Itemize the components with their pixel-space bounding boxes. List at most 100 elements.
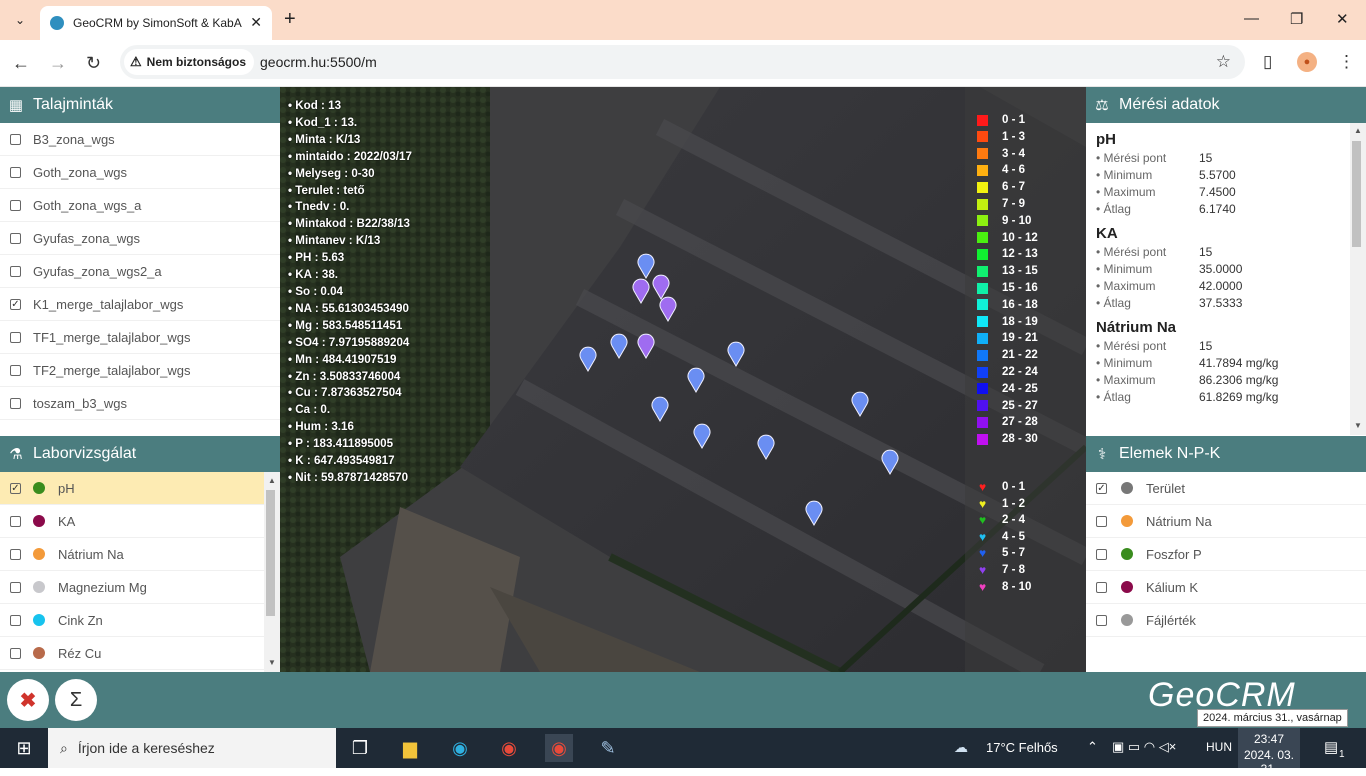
- minimize-icon[interactable]: —: [1244, 10, 1259, 27]
- checkbox[interactable]: [1096, 614, 1107, 626]
- checkbox[interactable]: [10, 232, 21, 244]
- sample-marker-pin[interactable]: [610, 333, 628, 359]
- checkbox[interactable]: [10, 265, 21, 277]
- checkbox[interactable]: [10, 548, 21, 560]
- omnibox[interactable]: ⚠ Nem biztonságos geocrm.hu:5500/m ☆: [120, 45, 1245, 79]
- layer-item[interactable]: Gyufas_zona_wgs2_a: [0, 255, 280, 288]
- layer-item[interactable]: Goth_zona_wgs_a: [0, 189, 280, 222]
- lab-item[interactable]: Cink Zn: [0, 604, 264, 637]
- checkbox[interactable]: [10, 581, 21, 593]
- taskbar-search[interactable]: ⌕ Írjon ide a kereséshez: [48, 728, 336, 768]
- sample-marker-pin[interactable]: [805, 500, 823, 526]
- weather-text[interactable]: 17°C Felhős: [986, 740, 1058, 755]
- npk-item[interactable]: Nátrium Na: [1086, 505, 1366, 538]
- scroll-down-icon[interactable]: ▼: [268, 658, 276, 667]
- address-toolbar: ← → ↻ ⚠ Nem biztonságos geocrm.hu:5500/m…: [0, 40, 1366, 87]
- checkbox[interactable]: [10, 515, 21, 527]
- back-arrow-icon[interactable]: ←: [12, 53, 30, 74]
- checkbox[interactable]: [10, 364, 21, 376]
- side-panel-icon[interactable]: ▯: [1263, 52, 1272, 72]
- browser-tab[interactable]: GeoCRM by SimonSoft & KabA ✕: [40, 6, 272, 40]
- checkbox[interactable]: [10, 647, 21, 659]
- checkbox[interactable]: [10, 614, 21, 626]
- tab-search-chevron-icon[interactable]: ⌄: [8, 8, 32, 32]
- reload-icon[interactable]: ↻: [86, 53, 101, 74]
- checkbox[interactable]: ✓: [10, 482, 21, 494]
- checkbox[interactable]: [10, 133, 21, 145]
- layer-item[interactable]: TF2_merge_talajlabor_wgs: [0, 354, 280, 387]
- checkbox[interactable]: ✓: [1096, 482, 1107, 494]
- task-view-icon[interactable]: ❐: [346, 734, 374, 762]
- lab-item[interactable]: Réz Cu: [0, 637, 264, 670]
- tab-close-icon[interactable]: ✕: [250, 14, 262, 31]
- checkbox[interactable]: [10, 397, 21, 409]
- tray-chevron-icon[interactable]: ⌃: [1087, 739, 1098, 755]
- window-close-icon[interactable]: ✕: [1336, 10, 1349, 28]
- info-line: • K : 647.493549817: [288, 454, 395, 468]
- url-text[interactable]: geocrm.hu:5500/m: [260, 54, 377, 70]
- language-indicator[interactable]: HUN: [1206, 740, 1232, 754]
- checkbox[interactable]: [1096, 548, 1107, 560]
- sample-marker-pin[interactable]: [687, 367, 705, 393]
- tray-icons[interactable]: ▣ ▭ ◠ ◁×: [1112, 739, 1176, 755]
- sample-marker-pin[interactable]: [637, 333, 655, 359]
- file-explorer-icon[interactable]: ▆: [396, 734, 424, 762]
- close-x-button[interactable]: ✖: [7, 679, 49, 721]
- legend-label: 13 - 15: [1002, 265, 1038, 278]
- checkbox[interactable]: [10, 199, 21, 211]
- bookmark-star-icon[interactable]: ☆: [1216, 52, 1231, 72]
- checkbox[interactable]: [10, 331, 21, 343]
- layer-label: toszam_b3_wgs: [33, 395, 127, 411]
- paint-icon[interactable]: ✎: [594, 734, 622, 762]
- layer-item[interactable]: ✓ K1_merge_talajlabor_wgs: [0, 288, 280, 321]
- checkbox[interactable]: [1096, 581, 1107, 593]
- sample-marker-pin[interactable]: [693, 423, 711, 449]
- checkbox[interactable]: [1096, 515, 1107, 527]
- sample-marker-pin[interactable]: [651, 396, 669, 422]
- measure-scrollbar[interactable]: ▲ ▼: [1350, 123, 1366, 435]
- lab-item[interactable]: ✓ pH: [0, 472, 264, 505]
- restore-icon[interactable]: ❐: [1290, 10, 1303, 28]
- chrome-active-icon[interactable]: ◉: [545, 734, 573, 762]
- scroll-thumb[interactable]: [1352, 141, 1361, 247]
- sample-marker-pin[interactable]: [579, 346, 597, 372]
- forward-arrow-icon[interactable]: →: [49, 53, 67, 74]
- layer-item[interactable]: Gyufas_zona_wgs: [0, 222, 280, 255]
- sample-marker-pin[interactable]: [727, 341, 745, 367]
- lab-item[interactable]: Nátrium Na: [0, 538, 264, 571]
- layer-item[interactable]: B3_zona_wgs: [0, 123, 280, 156]
- scroll-thumb[interactable]: [266, 490, 275, 616]
- info-line: • Melyseg : 0-30: [288, 166, 375, 180]
- lab-list-scrollbar[interactable]: ▲ ▼: [264, 472, 280, 672]
- checkbox[interactable]: [10, 166, 21, 178]
- clock-area[interactable]: 23:47 2024. 03. 31.: [1238, 728, 1300, 776]
- profile-avatar-icon[interactable]: ●: [1297, 52, 1317, 72]
- sample-marker-pin[interactable]: [659, 296, 677, 322]
- npk-item[interactable]: Fájlérték: [1086, 604, 1366, 637]
- npk-item[interactable]: Kálium K: [1086, 571, 1366, 604]
- lab-item[interactable]: Magnezium Mg: [0, 571, 264, 604]
- checkbox[interactable]: ✓: [10, 298, 21, 310]
- npk-item[interactable]: Foszfor P: [1086, 538, 1366, 571]
- lab-item[interactable]: KA: [0, 505, 264, 538]
- sample-marker-pin[interactable]: [851, 391, 869, 417]
- chrome-icon[interactable]: ◉: [495, 734, 523, 762]
- npk-item[interactable]: ✓ Terület: [1086, 472, 1366, 505]
- edge-icon[interactable]: ◉: [446, 734, 474, 762]
- sample-marker-pin[interactable]: [632, 278, 650, 304]
- scroll-up-icon[interactable]: ▲: [1354, 126, 1362, 135]
- layer-item[interactable]: TF1_merge_talajlabor_wgs: [0, 321, 280, 354]
- menu-dots-icon[interactable]: ⋮: [1338, 52, 1355, 72]
- new-tab-plus-icon[interactable]: +: [284, 8, 296, 31]
- color-dot-icon: [33, 482, 45, 494]
- sample-marker-pin[interactable]: [881, 449, 899, 475]
- layer-item[interactable]: Goth_zona_wgs: [0, 156, 280, 189]
- windows-start-icon[interactable]: ⊞: [10, 734, 38, 762]
- scroll-down-icon[interactable]: ▼: [1354, 421, 1362, 430]
- sum-sigma-button[interactable]: Σ: [55, 679, 97, 721]
- scroll-up-icon[interactable]: ▲: [268, 476, 276, 485]
- sample-marker-pin[interactable]: [757, 434, 775, 460]
- security-indicator[interactable]: ⚠ Nem biztonságos: [124, 49, 255, 75]
- layer-item[interactable]: toszam_b3_wgs: [0, 387, 280, 420]
- notification-icon[interactable]: ▤: [1324, 738, 1338, 756]
